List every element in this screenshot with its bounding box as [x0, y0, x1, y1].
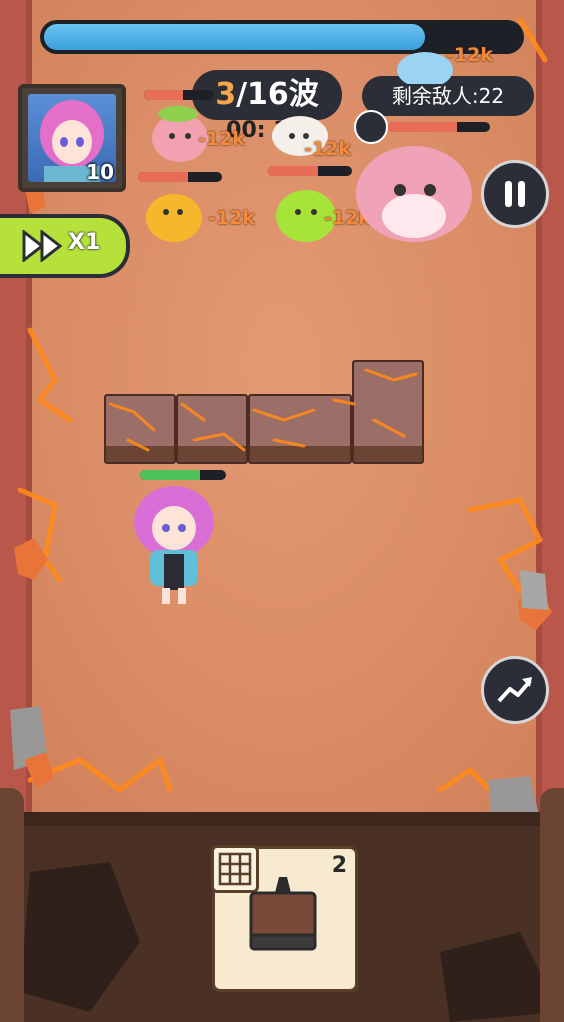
enemy-hp-bar — [144, 90, 214, 100]
wave-current: 3 — [215, 77, 237, 112]
speed-button[interactable]: X1 — [0, 214, 130, 278]
enemy-hp-bar — [268, 166, 352, 176]
block-card[interactable]: 2 — [211, 845, 358, 992]
boss-sprite — [356, 146, 472, 242]
speed-label: X1 — [68, 230, 101, 255]
block-lava-veins — [108, 368, 418, 452]
damage-number: -12k — [446, 44, 493, 66]
player-avatar[interactable]: 10 — [18, 84, 126, 192]
tray-post-left — [0, 788, 24, 1022]
wave-total: /16波 — [236, 77, 319, 112]
enemy-hp-bar — [138, 172, 222, 182]
fast-forward-icon — [22, 230, 63, 262]
player-hp-bar — [140, 470, 226, 480]
trending-up-icon — [497, 677, 532, 703]
damage-number: -12k — [208, 207, 255, 229]
pause-button[interactable] — [481, 160, 549, 228]
card-count: 2 — [331, 853, 347, 878]
wave-progress-fill — [44, 24, 425, 50]
spike-block-icon — [249, 877, 317, 951]
tray-post-right — [540, 788, 564, 1022]
player-level: 10 — [86, 160, 114, 184]
player-sprite — [134, 486, 214, 604]
tray-edge — [0, 812, 564, 826]
player-character — [134, 470, 226, 614]
damage-number: -12k — [198, 128, 245, 150]
stats-button[interactable] — [481, 656, 549, 724]
pause-icon — [505, 181, 525, 207]
boss-hp-bar — [388, 122, 490, 132]
